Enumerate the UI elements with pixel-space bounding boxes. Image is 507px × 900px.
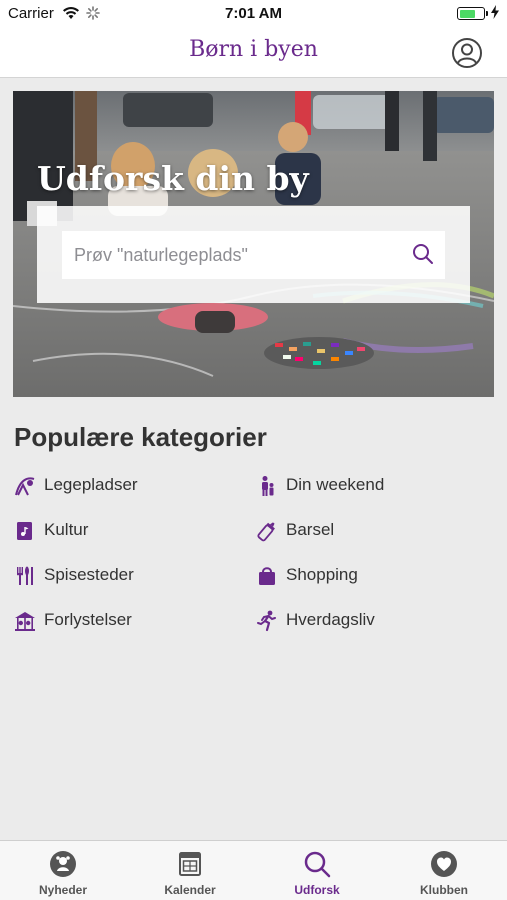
tab-label: Klubben — [420, 883, 468, 897]
tab-kalender[interactable]: Kalender — [127, 841, 253, 900]
section-title: Populære kategorier — [14, 422, 267, 452]
search-icon — [304, 851, 331, 878]
heart-icon — [431, 851, 457, 877]
tab-udforsk[interactable]: Udforsk — [254, 841, 380, 900]
search-field[interactable]: Prøv "naturlegeplads" — [62, 231, 445, 279]
category-label: Legepladser — [44, 475, 138, 494]
battery-icon — [457, 7, 488, 20]
carousel-icon — [15, 612, 35, 631]
playground-icon — [15, 477, 35, 496]
profile-icon[interactable] — [451, 37, 483, 69]
category-label: Forlystelser — [44, 610, 132, 629]
hero-title: Udforsk din by — [37, 159, 309, 198]
cutlery-icon — [17, 566, 33, 585]
family-icon — [262, 476, 274, 496]
hero-banner: Udforsk din by Prøv "naturlegeplads" — [13, 91, 494, 397]
category-label: Kultur — [44, 520, 89, 539]
news-icon — [50, 851, 76, 877]
search-placeholder[interactable]: Prøv "naturlegeplads" — [74, 245, 248, 266]
category-label: Din weekend — [286, 475, 385, 494]
category-label: Spisesteder — [44, 565, 134, 584]
search-icon[interactable] — [412, 243, 434, 265]
category-label: Hverdagsliv — [286, 610, 375, 629]
clock: 7:01 AM — [225, 5, 282, 22]
calendar-icon — [179, 852, 201, 876]
status-bar: Carrier 7:01 AM — [0, 0, 507, 28]
tab-bar: Nyheder Kalender Udforsk Klubben — [0, 840, 507, 900]
charging-icon — [491, 5, 499, 19]
tab-nyheder[interactable]: Nyheder — [0, 841, 126, 900]
app-title: Børn i byen — [189, 37, 318, 62]
category-label: Shopping — [286, 565, 358, 584]
running-person-icon — [257, 610, 276, 632]
category-label: Barsel — [286, 520, 335, 539]
tab-label: Kalender — [164, 883, 216, 897]
search-card: Prøv "naturlegeplads" — [37, 206, 470, 303]
tab-label: Nyheder — [38, 883, 88, 897]
tab-label: Udforsk — [294, 883, 340, 897]
shopping-bag-icon — [259, 567, 275, 585]
music-book-icon — [17, 522, 32, 540]
baby-bottle-icon — [257, 522, 275, 542]
navigation-bar: Børn i byen — [0, 28, 507, 78]
tab-klubben[interactable]: Klubben — [381, 841, 507, 900]
